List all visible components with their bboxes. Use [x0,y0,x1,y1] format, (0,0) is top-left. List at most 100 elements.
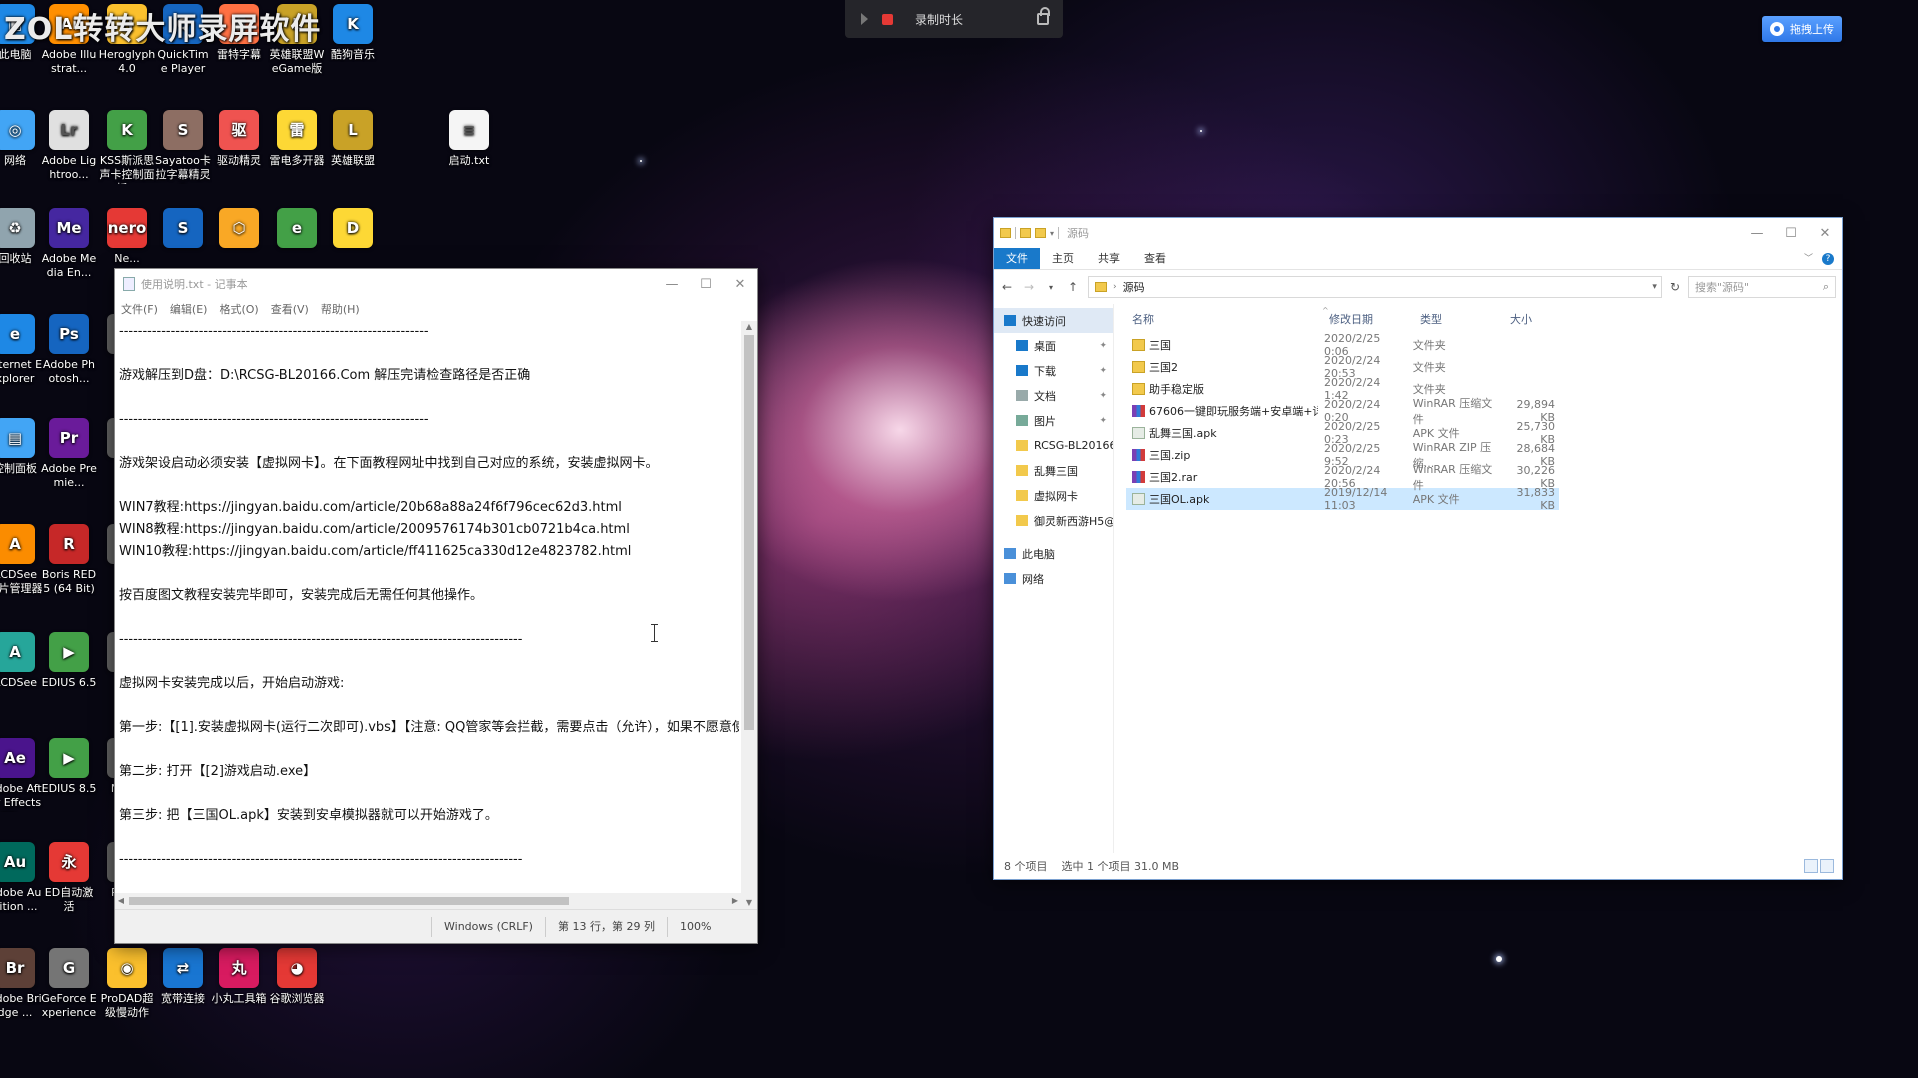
nav-item-folder[interactable]: 虚拟网卡 [994,483,1113,508]
menu-file[interactable]: 文件(F) [121,301,158,317]
column-type[interactable]: 类型 [1414,311,1504,327]
menu-edit[interactable]: 编辑(E) [170,301,208,317]
expand-ribbon-icon[interactable]: ﹀ [1804,248,1822,269]
desktop-icon[interactable]: ⇄ 宽带连接 [154,948,212,1006]
file-row[interactable]: 三国 2020/2/25 0:06 文件夹 [1126,332,1559,358]
scroll-right-icon[interactable]: ▶ [729,893,741,909]
search-icon[interactable]: ⌕ [1823,280,1829,294]
desktop-icon[interactable]: e Internet Explorer [0,314,44,386]
forward-arrow-icon[interactable]: → [1022,280,1036,294]
desktop-icon[interactable]: ≡ 启动.txt [440,110,498,168]
column-date-modified[interactable]: 修改日期 [1323,311,1414,327]
file-row[interactable]: 三国2 2020/2/24 20:53 文件夹 [1126,354,1559,380]
back-arrow-icon[interactable]: ← [1000,280,1014,294]
upload-button[interactable]: 拖拽上传 [1762,16,1842,42]
scroll-up-icon[interactable]: ▲ [741,321,757,333]
address-bar[interactable]: › 源码 ▾ [1088,276,1662,298]
file-row[interactable]: 三国OL.apk 2019/12/14 11:03 APK 文件 31,833 KB [1126,486,1559,512]
menu-view[interactable]: 查看(V) [271,301,309,317]
desktop-icon[interactable]: 雷雷电多开器 [268,110,326,168]
nav-item-folder[interactable]: RCSG-BL20166.Co [994,433,1113,458]
desktop-icon[interactable]: A ACDSee 相片管理器 [0,524,44,596]
desktop-icon[interactable]: K 酷狗音乐 [324,4,382,62]
tab-file[interactable]: 文件 [994,248,1040,269]
notepad-titlebar[interactable]: 使用说明.txt - 记事本 — ☐ ✕ [115,269,757,299]
chevron-down-icon[interactable]: ▾ [1050,229,1054,238]
desktop-icon[interactable]: Ps Adobe Photosh... [40,314,98,386]
desktop-icon[interactable]: Br Adobe Bridge ... [0,948,44,1020]
tab-home[interactable]: 主页 [1040,248,1086,269]
desktop-icon[interactable]: S [154,208,212,252]
pin-icon[interactable]: ✦ [1099,341,1107,351]
play-icon[interactable] [861,13,868,25]
desktop-icon[interactable]: ◉ ProDAD超级慢动作 [98,948,156,1020]
maximize-icon[interactable]: ☐ [689,269,723,299]
nav-item-doc[interactable]: 文档 ✦ [994,383,1113,408]
nav-item-down[interactable]: 下载 ✦ [994,358,1113,383]
desktop-icon[interactable]: 丸小丸工具箱 [210,948,268,1006]
explorer-titlebar[interactable]: ▾ 源码 — ☐ ✕ [994,218,1842,248]
help-icon[interactable]: ? [1822,253,1834,265]
desktop-icon[interactable]: ▶ EDIUS 6.5 [40,632,98,690]
desktop-icon[interactable]: ♻ 回收站 [0,208,44,266]
notepad-text-area[interactable]: ----------------------------------------… [117,321,739,909]
scroll-down-icon[interactable]: ▼ [741,897,757,909]
desktop-icon[interactable]: Me Adobe Media En... [40,208,98,280]
vertical-scrollbar[interactable]: ▲ ▼ [741,321,757,909]
refresh-icon[interactable]: ↻ [1670,280,1680,294]
file-row[interactable]: 三国2.rar 2020/2/24 20:56 WinRAR 压缩文件 30,226 … [1126,463,1559,492]
desktop-icon[interactable]: ⬡ [210,208,268,252]
nav-item-desk[interactable]: 桌面 ✦ [994,333,1113,358]
properties-icon[interactable] [1020,228,1031,238]
breadcrumb-current[interactable]: 源码 [1123,279,1145,295]
desktop-icon[interactable]: 驱驱动精灵 [210,110,268,168]
maximize-icon[interactable]: ☐ [1774,218,1808,248]
menu-format[interactable]: 格式(O) [219,301,258,317]
chevron-down-icon[interactable]: ▾ [1652,282,1657,292]
nav-item-pic[interactable]: 图片 ✦ [994,408,1113,433]
close-icon[interactable]: ✕ [1808,218,1842,248]
lock-icon[interactable] [1037,7,1050,25]
column-name[interactable]: 名称 [1126,311,1323,327]
desktop-icon[interactable]: K KSS斯派思声卡控制面板... [98,110,156,184]
search-input[interactable]: 搜索"源码" ⌕ [1688,276,1836,298]
new-folder-icon[interactable] [1035,228,1046,238]
details-view-icon[interactable] [1804,859,1818,873]
desktop-icon[interactable]: ◕ 谷歌浏览器 [268,948,326,1006]
desktop-icon[interactable]: R Boris RED 5 (64 Bit) [40,524,98,596]
desktop-icon[interactable]: ▶ EDIUS 8.5 [40,738,98,796]
minimize-icon[interactable]: — [1740,218,1774,248]
close-icon[interactable]: ✕ [723,269,757,299]
chevron-right-icon[interactable]: › [1113,282,1117,292]
desktop-icon[interactable]: ◎ 网络 [0,110,44,168]
tab-view[interactable]: 查看 [1132,248,1178,269]
recent-locations-icon[interactable]: ▾ [1044,283,1058,292]
file-row[interactable]: 67606一键即玩服务端+安卓端+详细教...2020/2/24 0:20Win… [1126,397,1559,426]
large-icons-view-icon[interactable] [1820,859,1834,873]
desktop-icon[interactable]: nero Ne... [98,208,156,266]
scrollbar-thumb[interactable] [744,335,754,730]
tab-share[interactable]: 共享 [1086,248,1132,269]
desktop-icon[interactable]: D [324,208,382,252]
scrollbar-thumb[interactable] [129,897,569,905]
nav-item-folder[interactable]: 御灵新西游H5@cn [994,508,1113,533]
stop-record-icon[interactable] [882,13,893,25]
up-arrow-icon[interactable]: ↑ [1066,280,1080,294]
nav-item-pc[interactable]: 此电脑 [994,541,1113,566]
desktop-icon[interactable]: Pr Adobe Premie... [40,418,98,490]
column-size[interactable]: 大小 [1504,311,1570,327]
pin-icon[interactable]: ✦ [1099,391,1107,401]
desktop-icon[interactable]: A ACDSee [0,632,44,690]
desktop-icon[interactable]: 永 ED自动激活 [40,842,98,914]
desktop-icon[interactable]: Au Adobe Audition ... [0,842,44,914]
desktop-icon[interactable]: ▤ 控制面板 [0,418,44,476]
pin-icon[interactable]: ✦ [1099,416,1107,426]
pin-icon[interactable]: ✦ [1099,366,1107,376]
horizontal-scrollbar[interactable]: ◀ ▶ [115,893,741,909]
nav-item-net[interactable]: 网络 [994,566,1113,591]
scroll-left-icon[interactable]: ◀ [115,893,127,909]
desktop-icon[interactable]: e [268,208,326,252]
minimize-icon[interactable]: — [655,269,689,299]
desktop-icon[interactable]: S Sayatoo卡拉字幕精灵 2 [154,110,212,184]
nav-item-star[interactable]: 快速访问 [994,308,1113,333]
